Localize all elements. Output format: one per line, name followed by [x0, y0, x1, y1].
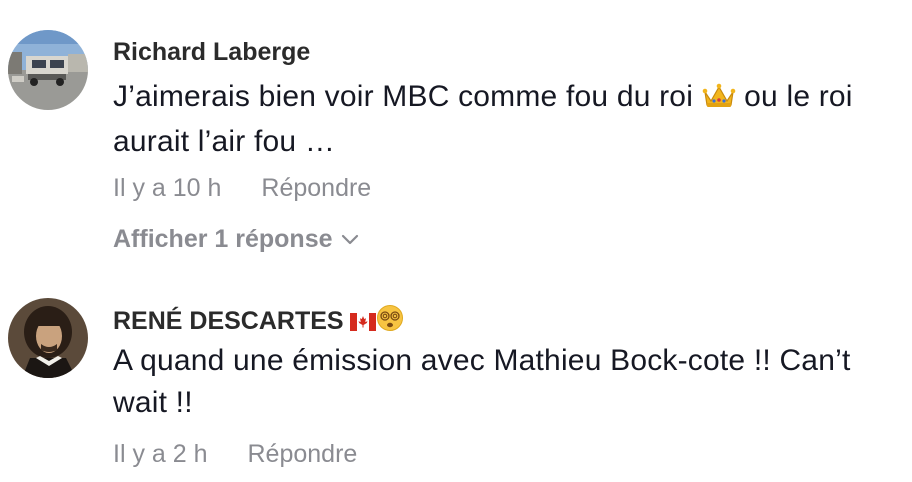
view-replies-label: Afficher 1 réponse [113, 225, 333, 253]
reply-button[interactable]: Répondre [248, 440, 358, 468]
comment-username[interactable]: RENÉ DESCARTES [113, 304, 404, 339]
view-replies-button[interactable]: Afficher 1 réponse [113, 225, 359, 254]
chevron-down-icon [341, 235, 358, 245]
comment-username-text: RENÉ DESCARTES [113, 307, 344, 335]
avatar-portrait-image [8, 298, 88, 378]
comment-timestamp: Il y a 10 h [113, 174, 222, 202]
crown-icon [702, 79, 736, 121]
canada-flag-icon [349, 309, 376, 338]
comment-text: A quand une émission avec Mathieu Bock-c… [113, 344, 851, 419]
avatar[interactable] [8, 30, 88, 110]
avatar[interactable] [8, 298, 88, 378]
comment-text-before: J’aimerais bien voir MBC comme fou du ro… [113, 80, 694, 113]
reply-button[interactable]: Répondre [261, 174, 371, 202]
comment-meta: Il y a 2 h Répondre [113, 440, 357, 469]
avatar-truck-image [8, 30, 88, 110]
dizzy-face-icon [376, 304, 404, 339]
comment-timestamp: Il y a 2 h [113, 440, 208, 468]
comment-text: J’aimerais bien voir MBC comme fou du ro… [113, 76, 883, 163]
comment-username[interactable]: Richard Laberge [113, 38, 310, 67]
comment-meta: Il y a 10 h Répondre [113, 174, 371, 203]
